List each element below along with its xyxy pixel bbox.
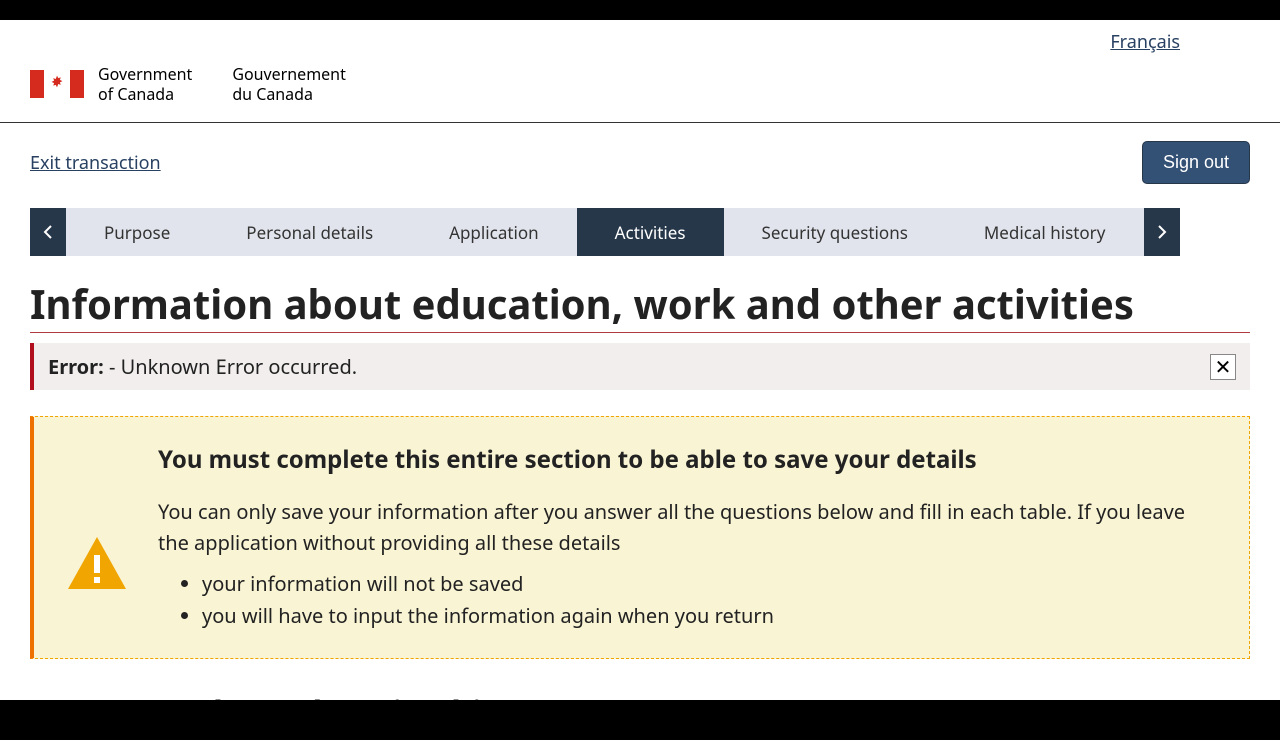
gov-en-line2: of Canada xyxy=(98,84,192,104)
gov-fr-line2: du Canada xyxy=(232,84,346,104)
warning-icon xyxy=(64,443,130,632)
warning-heading: You must complete this entire section to… xyxy=(158,443,1219,476)
chevron-right-icon xyxy=(1157,224,1167,240)
sign-out-button[interactable]: Sign out xyxy=(1142,141,1250,184)
gov-fr-line1: Gouvernement xyxy=(232,64,346,84)
error-message: - Unknown Error occurred. xyxy=(104,353,357,380)
tab-security-questions[interactable]: Security questions xyxy=(724,208,946,256)
tabs-scroll-left-button[interactable] xyxy=(30,208,66,256)
government-logo-block: Government of Canada Gouvernement du Can… xyxy=(0,54,1280,122)
error-banner: Error: - Unknown Error occurred. ✕ xyxy=(30,343,1250,390)
error-prefix: Error: xyxy=(48,353,104,380)
title-underline xyxy=(30,332,1250,333)
tab-medical-history[interactable]: Medical history xyxy=(946,208,1144,256)
tab-personal-details[interactable]: Personal details xyxy=(208,208,411,256)
tab-activities[interactable]: Activities xyxy=(577,208,724,256)
tab-purpose[interactable]: Purpose xyxy=(66,208,208,256)
chevron-left-icon xyxy=(43,224,53,240)
canada-flag-icon xyxy=(30,70,84,98)
section-heading-education-history: Post-secondary education history xyxy=(30,691,1250,700)
tabs-nav: PurposePersonal detailsApplicationActivi… xyxy=(30,208,1180,256)
gov-en-line1: Government xyxy=(98,64,192,84)
language-toggle-link[interactable]: Français xyxy=(1110,30,1180,54)
exit-transaction-link[interactable]: Exit transaction xyxy=(30,151,161,175)
warning-paragraph: You can only save your information after… xyxy=(158,496,1219,558)
tab-application[interactable]: Application xyxy=(411,208,577,256)
warning-bullet: you will have to input the information a… xyxy=(202,600,1219,632)
warning-box: You must complete this entire section to… xyxy=(30,416,1250,659)
tabs-scroll-right-button[interactable] xyxy=(1144,208,1180,256)
warning-bullet: your information will not be saved xyxy=(202,568,1219,600)
close-icon: ✕ xyxy=(1215,357,1232,377)
error-close-button[interactable]: ✕ xyxy=(1210,354,1236,380)
page-title: Information about education, work and ot… xyxy=(30,282,1250,326)
